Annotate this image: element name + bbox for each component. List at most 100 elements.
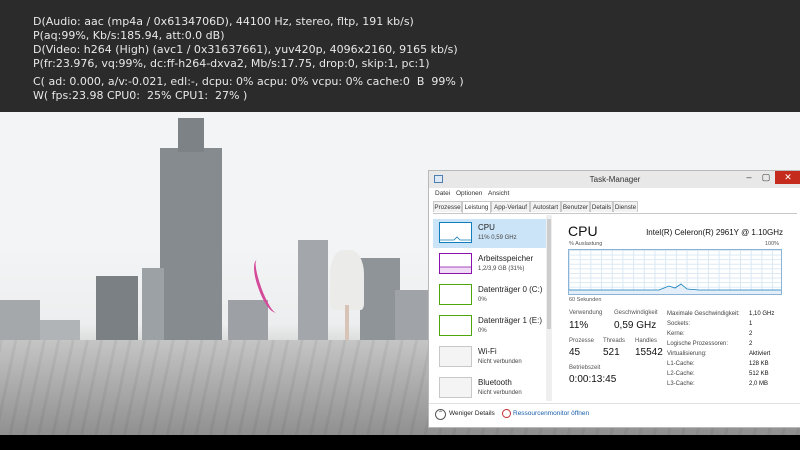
building xyxy=(395,290,429,346)
building xyxy=(96,276,138,346)
osd-audio-stats: P(aq:99%, Kb/s:185.94, att:0.0 dB) xyxy=(33,29,225,42)
usage-label: Verwendung xyxy=(569,310,603,316)
title-bar[interactable]: Task-Manager – ▢ ✕ xyxy=(429,171,800,188)
resource-monitor-icon xyxy=(502,409,511,418)
threads-value: 521 xyxy=(603,347,620,358)
handles-value: 15542 xyxy=(635,347,663,358)
handles-label: Handles xyxy=(635,338,658,344)
task-manager-window[interactable]: Task-Manager – ▢ ✕ Datei Optionen Ansich… xyxy=(428,170,800,428)
tab-autostart[interactable]: Autostart xyxy=(530,201,561,212)
resource-item-wifi[interactable]: Wi-Fi Nicht verbunden xyxy=(433,343,549,372)
tab-dienste[interactable]: Dienste xyxy=(613,201,638,212)
spec-key: Logische Prozessoren: xyxy=(667,341,729,347)
fewer-details-link[interactable]: Weniger Details xyxy=(449,410,495,417)
resource-name: Wi-Fi xyxy=(478,347,497,356)
tab-details[interactable]: Details xyxy=(590,201,613,212)
maximize-button[interactable]: ▢ xyxy=(758,171,774,184)
resource-sub: 11% 0,59 GHz xyxy=(478,235,517,241)
wifi-thumbnail-graph xyxy=(439,346,472,367)
memory-thumbnail-graph xyxy=(439,253,472,274)
cpu-usage-graph xyxy=(568,249,782,295)
resource-name: Arbeitsspeicher xyxy=(478,254,534,263)
minimize-button[interactable]: – xyxy=(741,171,757,184)
uptime-label: Betriebszeit xyxy=(569,365,601,371)
footer-bar: ⌃ Weniger Details Ressourcenmonitor öffn… xyxy=(429,403,800,426)
spec-key: L1-Cache: xyxy=(667,361,695,367)
resource-name: Bluetooth xyxy=(478,378,512,387)
bluetooth-thumbnail-graph xyxy=(439,377,472,398)
open-resource-monitor-link[interactable]: Ressourcenmonitor öffnen xyxy=(513,410,589,417)
disk-1-thumbnail-graph xyxy=(439,315,472,336)
cpu-thumbnail-graph xyxy=(439,222,472,243)
resource-name: Datenträger 1 (E:) xyxy=(478,316,543,325)
spec-key: Sockets: xyxy=(667,321,691,327)
resource-sub: Nicht verbunden xyxy=(478,359,522,365)
menu-ansicht[interactable]: Ansicht xyxy=(488,190,509,197)
spec-key: L2-Cache: xyxy=(667,371,695,377)
tab-prozesse[interactable]: Prozesse xyxy=(433,201,462,212)
building xyxy=(142,268,164,348)
dancer xyxy=(330,250,364,310)
spec-key: Kerne: xyxy=(667,331,685,337)
processes-value: 45 xyxy=(569,347,581,358)
processes-label: Prozesse xyxy=(569,338,595,344)
resource-item-disk-1[interactable]: Datenträger 1 (E:) 0% xyxy=(433,312,549,341)
osd-audio-decoder: D(Audio: aac (mp4a / 0x6134706D), 44100 … xyxy=(33,15,414,28)
scrollbar-thumb[interactable] xyxy=(547,219,551,329)
uptime-value: 0:00:13:45 xyxy=(569,374,617,385)
tab-bar: Prozesse Leistung App-Verlauf Autostart … xyxy=(433,201,797,214)
resource-sub: 0% xyxy=(478,297,487,303)
resource-sub: 1,2/3,9 GB (31%) xyxy=(478,266,525,272)
graph-y-label: % Auslastung xyxy=(569,241,603,247)
chevron-up-icon[interactable]: ⌃ xyxy=(435,409,446,420)
spec-value: Aktiviert xyxy=(749,351,771,357)
spec-value: 2,0 MB xyxy=(749,381,769,387)
graph-time-label: 60 Sekunden xyxy=(569,297,602,303)
resource-sub: 0% xyxy=(478,328,487,334)
osd-video-stats: P(fr:23.976, vq:99%, dc:ff-h264-dxva2, M… xyxy=(33,57,430,70)
letterbox-bar xyxy=(0,435,800,450)
osd-video-decoder: D(Video: h264 (High) (avc1 / 0x31637661)… xyxy=(33,43,458,56)
spec-key: Virtualisierung: xyxy=(667,351,707,357)
spec-value: 512 KB xyxy=(749,371,769,377)
tab-app-verlauf[interactable]: App-Verlauf xyxy=(491,201,530,212)
menu-optionen[interactable]: Optionen xyxy=(456,190,482,197)
landmark-tower xyxy=(160,148,222,348)
cpu-model-name: Intel(R) Celeron(R) 2961Y @ 1.10GHz xyxy=(646,228,783,237)
tab-leistung[interactable]: Leistung xyxy=(462,201,491,213)
resource-list: CPU 11% 0,59 GHz Arbeitsspeicher 1,2/3,9… xyxy=(433,215,551,401)
osd-fps-stats: W( fps:23.98 CPU0: 25% CPU1: 27% ) xyxy=(33,89,248,102)
detail-title: CPU xyxy=(568,223,598,239)
spec-value: 128 KB xyxy=(749,361,769,367)
spec-key: Maximale Geschwindigkeit: xyxy=(667,311,740,317)
tab-benutzer[interactable]: Benutzer xyxy=(561,201,590,212)
building xyxy=(360,258,400,346)
graph-max-label: 100% xyxy=(765,241,780,247)
spec-value: 1,10 GHz xyxy=(749,311,775,317)
spec-value: 1 xyxy=(749,321,753,327)
osd-cache-stats: C( ad: 0.000, a/v:-0.021, edl:-, dcpu: 0… xyxy=(33,75,464,88)
spec-key: L3-Cache: xyxy=(667,381,695,387)
building xyxy=(298,240,328,346)
resource-name: CPU xyxy=(478,223,495,232)
player-stats-overlay: D(Audio: aac (mp4a / 0x6134706D), 44100 … xyxy=(0,0,800,112)
speed-value: 0,59 GHz xyxy=(614,320,657,331)
spec-value: 2 xyxy=(749,341,753,347)
speed-label: Geschwindigkeit xyxy=(614,310,658,316)
tower-top xyxy=(178,118,204,152)
resource-item-memory[interactable]: Arbeitsspeicher 1,2/3,9 GB (31%) xyxy=(433,250,549,279)
resource-list-scrollbar[interactable] xyxy=(546,215,552,401)
close-button[interactable]: ✕ xyxy=(775,171,800,184)
resource-name: Datenträger 0 (C:) xyxy=(478,285,543,294)
disk-0-thumbnail-graph xyxy=(439,284,472,305)
resource-item-bluetooth[interactable]: Bluetooth Nicht verbunden xyxy=(433,374,549,403)
resource-item-cpu[interactable]: CPU 11% 0,59 GHz xyxy=(433,219,549,248)
threads-label: Threads xyxy=(603,338,626,344)
resource-sub: Nicht verbunden xyxy=(478,390,522,396)
cpu-usage-line xyxy=(569,283,781,294)
usage-value: 11% xyxy=(569,320,589,331)
menu-datei[interactable]: Datei xyxy=(435,190,450,197)
spec-value: 2 xyxy=(749,331,753,337)
menu-bar: Datei Optionen Ansicht xyxy=(429,189,800,200)
resource-item-disk-0[interactable]: Datenträger 0 (C:) 0% xyxy=(433,281,549,310)
